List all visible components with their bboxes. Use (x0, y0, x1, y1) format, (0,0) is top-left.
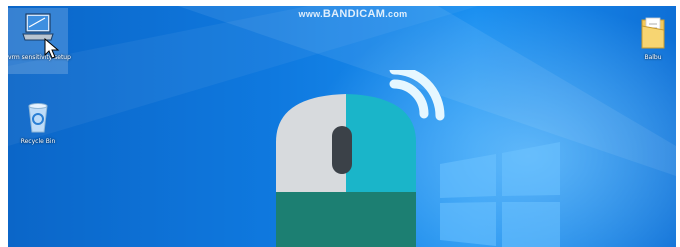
bandicam-watermark: www.BANDICAM.com (298, 8, 408, 20)
desktop-icon-label: Balbu (644, 54, 662, 61)
desktop-icon-recycle-bin[interactable]: Recycle Bin (16, 102, 60, 145)
recycle-bin-icon (28, 103, 48, 133)
wireless-mouse-logo (276, 70, 445, 247)
desktop-screen: www.BANDICAM.com vrm sensitivity setup R… (8, 6, 676, 247)
desktop-icon-folder[interactable]: Balbu (636, 16, 670, 61)
desktop-icon-label: Recycle Bin (20, 138, 56, 145)
folder-icon (641, 17, 665, 49)
mouse-pointer-icon (44, 38, 60, 59)
